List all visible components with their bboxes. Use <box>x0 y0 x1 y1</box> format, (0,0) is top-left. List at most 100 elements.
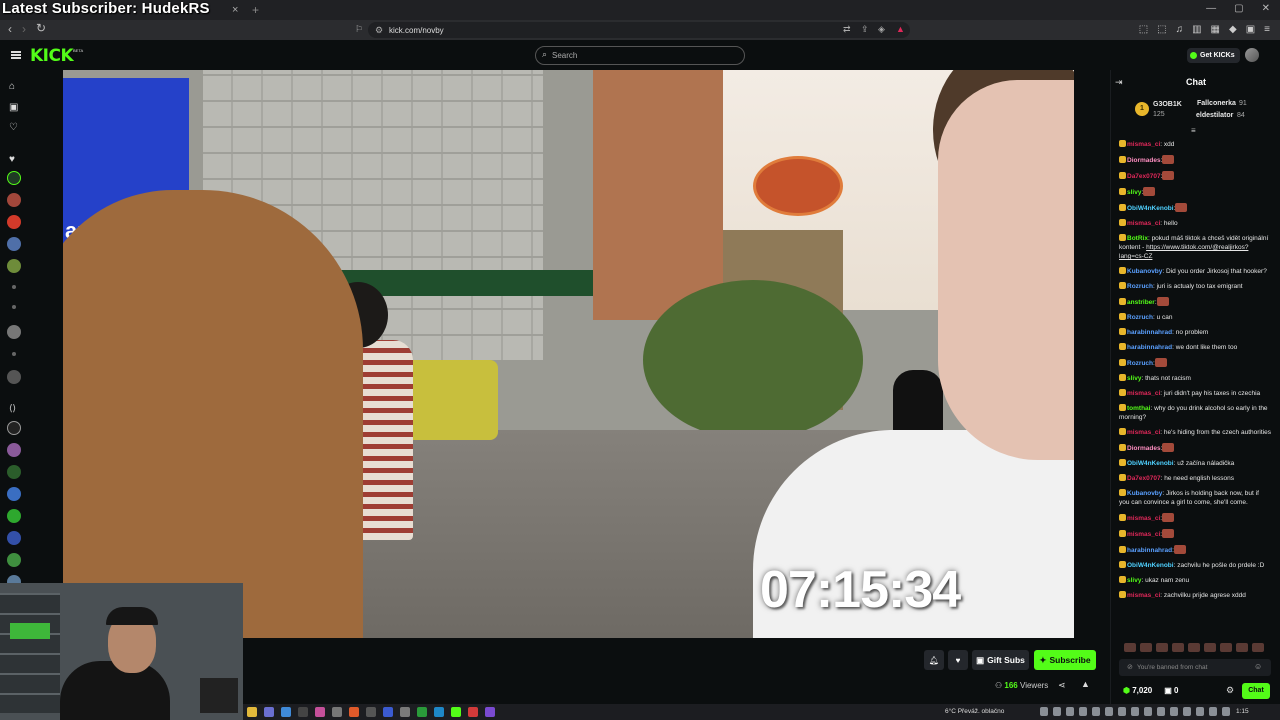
weather-widget[interactable]: 6°C Převáž. oblačno <box>945 708 1004 715</box>
chat-username[interactable]: Rozruch <box>1127 283 1153 290</box>
extension-icon[interactable]: ⬚ <box>1157 24 1166 35</box>
app-icon[interactable] <box>383 707 393 717</box>
tray-icon[interactable] <box>1131 707 1139 716</box>
bookmark-icon[interactable]: ⚐ <box>355 24 363 35</box>
heart-icon[interactable]: ♥ <box>9 154 15 165</box>
clock[interactable]: 1:15 <box>1236 708 1249 715</box>
emote[interactable] <box>1156 643 1168 652</box>
tray-icon[interactable] <box>1040 707 1048 716</box>
expand-leaderboard-icon[interactable]: ≡ <box>1191 126 1196 135</box>
gifts-count[interactable]: ▣ 0 <box>1164 686 1178 695</box>
close-tab-icon[interactable]: × <box>232 4 238 16</box>
kick-logo[interactable]: KICK <box>30 46 74 66</box>
chat-username[interactable]: anstriber <box>1127 299 1155 306</box>
app-icon[interactable] <box>400 707 410 717</box>
app-icon[interactable] <box>451 707 461 717</box>
url-field[interactable] <box>368 22 910 38</box>
menu-icon[interactable]: ≡ <box>1264 24 1270 35</box>
followed-channel-avatar[interactable] <box>7 237 21 251</box>
close-window-icon[interactable]: ✕ <box>1262 3 1270 14</box>
collapse-sidebar-icon[interactable]: ⟨⟩ <box>9 403 16 414</box>
emote[interactable] <box>1252 643 1264 652</box>
app-icon[interactable] <box>264 707 274 717</box>
chat-username[interactable]: slivy <box>1127 189 1141 196</box>
chat-username[interactable]: Rozruch <box>1127 314 1153 321</box>
brave-rewards-icon[interactable]: ▲ <box>896 24 905 34</box>
tray-icon[interactable] <box>1105 707 1113 716</box>
recommended-channel-avatar[interactable] <box>7 509 21 523</box>
tray-icon[interactable] <box>1222 707 1230 716</box>
app-icon[interactable] <box>485 707 495 717</box>
emote[interactable] <box>1140 643 1152 652</box>
chat-send-button[interactable]: Chat <box>1242 683 1270 699</box>
maximize-icon[interactable]: ▢ <box>1234 3 1243 14</box>
chat-username[interactable]: Diormades <box>1127 157 1161 164</box>
chat-username[interactable]: ObiW4nKenobi <box>1127 460 1174 467</box>
app-icon[interactable] <box>417 707 427 717</box>
recommended-channel-avatar[interactable] <box>7 421 21 435</box>
leaderboard-name[interactable]: Fallconerka <box>1197 100 1236 107</box>
chat-username[interactable]: Da7ex0707 <box>1127 173 1161 180</box>
chat-username[interactable]: harabinnahrad <box>1127 344 1172 351</box>
site-info-icon[interactable]: ⚙ <box>375 25 383 36</box>
recommended-channel-avatar[interactable] <box>7 553 21 567</box>
kicks-balance[interactable]: ⬢ 7,020 <box>1123 686 1152 695</box>
tray-icon[interactable] <box>1183 707 1191 716</box>
chat-username[interactable]: Diormades <box>1127 445 1161 452</box>
recommended-channel-avatar[interactable] <box>7 465 21 479</box>
share-icon[interactable]: ⋖ <box>1058 680 1066 691</box>
chat-username[interactable]: harabinnahrad <box>1127 329 1172 336</box>
chat-username[interactable]: mismas_ci <box>1127 220 1160 227</box>
emote[interactable] <box>1204 643 1216 652</box>
hamburger-menu-icon[interactable] <box>11 51 21 59</box>
forward-icon[interactable]: › <box>22 22 26 36</box>
followed-channel-avatar[interactable] <box>7 370 21 384</box>
shield-icon[interactable]: ◈ <box>878 24 885 35</box>
new-tab-icon[interactable]: + <box>252 3 259 17</box>
tray-icon[interactable] <box>1209 707 1217 716</box>
wallet-icon[interactable]: ▣ <box>1246 24 1255 35</box>
emote[interactable] <box>1236 643 1248 652</box>
share-page-icon[interactable]: ⇪ <box>861 24 869 35</box>
leaderboard-name[interactable]: eldestilator <box>1196 112 1233 119</box>
app-icon[interactable] <box>434 707 444 717</box>
back-icon[interactable]: ‹ <box>8 22 12 36</box>
get-kicks-button[interactable]: Get KICKs <box>1187 48 1240 63</box>
home-icon[interactable]: ⌂ <box>9 81 15 92</box>
user-avatar[interactable] <box>1245 48 1259 62</box>
emote[interactable] <box>1124 643 1136 652</box>
app-icon[interactable] <box>315 707 325 717</box>
tray-icon[interactable] <box>1066 707 1074 716</box>
extension-icon[interactable]: ◆ <box>1229 24 1237 35</box>
following-icon[interactable]: ♡ <box>9 122 18 133</box>
chat-username[interactable]: slivy <box>1127 375 1141 382</box>
chat-username[interactable]: Rozruch <box>1127 360 1153 367</box>
chat-username[interactable]: mismas_ci <box>1127 592 1160 599</box>
subscribe-button[interactable]: ✦ Subscribe <box>1034 650 1096 670</box>
chat-username[interactable]: mismas_ci <box>1127 390 1160 397</box>
app-icon[interactable] <box>332 707 342 717</box>
chat-username[interactable]: ObiW4nKenobi <box>1127 205 1174 212</box>
chat-username[interactable]: mismas_ci <box>1127 515 1160 522</box>
chat-username[interactable]: tomthai <box>1127 405 1150 412</box>
chat-username[interactable]: mismas_ci <box>1127 141 1160 148</box>
video-player[interactable]: autv 07:15:34 <box>63 70 1074 638</box>
chat-username[interactable]: mismas_ci <box>1127 531 1160 538</box>
chat-username[interactable]: mismas_ci <box>1127 429 1160 436</box>
followed-channel-avatar[interactable] <box>7 215 21 229</box>
minimize-icon[interactable]: — <box>1206 3 1216 14</box>
emote[interactable] <box>1188 643 1200 652</box>
chat-settings-icon[interactable]: ⚙ <box>1226 685 1234 696</box>
followed-channel-avatar[interactable] <box>7 193 21 207</box>
emote[interactable] <box>1172 643 1184 652</box>
follow-heart-button[interactable]: ♥ <box>948 650 968 670</box>
app-icon[interactable] <box>468 707 478 717</box>
emote[interactable] <box>1220 643 1232 652</box>
tray-icon[interactable] <box>1118 707 1126 716</box>
tray-icon[interactable] <box>1170 707 1178 716</box>
tray-icon[interactable] <box>1092 707 1100 716</box>
app-icon[interactable] <box>247 707 257 717</box>
collapse-chat-icon[interactable]: ⇥ <box>1115 77 1123 88</box>
tray-icon[interactable] <box>1157 707 1165 716</box>
app-icon[interactable] <box>298 707 308 717</box>
